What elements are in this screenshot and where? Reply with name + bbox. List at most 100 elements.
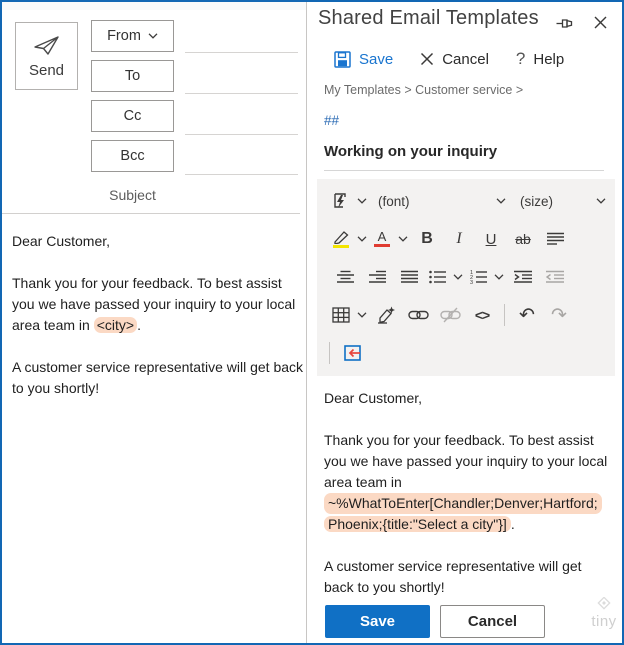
from-label: From [107, 28, 141, 44]
font-color-icon: A [374, 230, 390, 247]
to-label: To [124, 68, 141, 84]
cancel-button[interactable]: Cancel [440, 605, 545, 638]
message-body-editable[interactable]: Dear Customer, Thank you for your feedba… [12, 231, 308, 420]
table-chevron-icon[interactable] [353, 302, 370, 328]
outlook-compose-window: Send From To Cc Bcc Subject Dear Custome… [0, 0, 624, 645]
code-icon: <> [474, 307, 490, 323]
editor-paragraph-1: Thank you for your feedback. To best ass… [324, 432, 608, 532]
numbered-list-button[interactable]: 123 [466, 264, 490, 290]
toolbar-divider [329, 342, 330, 364]
city-placeholder: <city> [93, 317, 138, 333]
quick-styles-button[interactable] [329, 188, 353, 214]
align-left-button[interactable] [539, 226, 571, 252]
align-center-button[interactable] [329, 264, 361, 290]
undo-button[interactable]: ↶ [511, 302, 543, 328]
table-button[interactable] [329, 302, 353, 328]
cancel-x-icon [420, 52, 434, 66]
breadcrumb[interactable]: My Templates > Customer service > [324, 83, 523, 97]
bullet-list-button[interactable] [425, 264, 449, 290]
toolbar-row-1: (font) (size) [329, 182, 615, 220]
template-editor-editable[interactable]: Dear Customer, Thank you for your feedba… [324, 388, 614, 619]
increase-indent-icon [514, 270, 532, 284]
bold-icon: B [421, 230, 433, 247]
toolbar-row-2: A B I U ab [329, 220, 615, 258]
underline-button[interactable]: U [475, 226, 507, 252]
increase-indent-button[interactable] [507, 264, 539, 290]
highlight-color-button[interactable] [329, 226, 353, 252]
pin-button[interactable] [553, 13, 579, 33]
italic-button[interactable]: I [443, 226, 475, 252]
bcc-field[interactable] [185, 174, 298, 175]
align-right-icon [368, 270, 386, 284]
cc-button[interactable]: Cc [91, 100, 174, 132]
highlight-color-chevron-icon[interactable] [353, 226, 370, 252]
insert-link-button[interactable] [402, 302, 434, 328]
size-dropdown[interactable]: (size) [520, 194, 606, 209]
bullet-list-chevron-icon[interactable] [449, 264, 466, 290]
chevron-down-icon [596, 198, 606, 204]
command-bar: Save Cancel ? Help [334, 46, 564, 72]
editor-paragraph-2: A customer service representative will g… [324, 558, 582, 595]
compose-pane: Send From To Cc Bcc Subject Dear Custome… [2, 2, 306, 643]
pin-icon [556, 17, 577, 30]
chevron-down-icon [148, 33, 158, 39]
to-field[interactable] [185, 93, 298, 94]
svg-text:3: 3 [470, 280, 473, 284]
cc-field[interactable] [185, 134, 298, 135]
font-color-button[interactable]: A [370, 226, 394, 252]
code-view-button[interactable]: <> [466, 302, 498, 328]
insert-into-email-button[interactable] [336, 340, 368, 366]
redo-icon: ↷ [551, 304, 567, 326]
underline-icon: U [485, 230, 497, 248]
cc-label: Cc [123, 108, 142, 124]
cancel-command[interactable]: Cancel [420, 51, 489, 68]
link-icon [407, 308, 429, 322]
size-dropdown-value: (size) [520, 193, 553, 209]
strikethrough-button[interactable]: ab [507, 226, 539, 252]
remove-link-button[interactable] [434, 302, 466, 328]
send-button[interactable]: Send [15, 22, 78, 90]
panel-title: Shared Email Templates [318, 7, 539, 29]
justify-icon [400, 270, 418, 284]
decrease-indent-button[interactable] [539, 264, 571, 290]
save-button[interactable]: Save [325, 605, 430, 638]
subject-divider [2, 213, 300, 214]
tiny-watermark[interactable]: tiny [583, 597, 622, 630]
compose-top-strip [2, 2, 306, 10]
save-command-label: Save [359, 50, 394, 68]
shortcut-field[interactable]: ## [324, 113, 339, 128]
help-command[interactable]: ? Help [516, 49, 564, 69]
bold-button[interactable]: B [411, 226, 443, 252]
redo-button[interactable]: ↷ [543, 302, 575, 328]
toolbar-row-5 [329, 334, 615, 372]
toolbar-row-3: 123 [329, 258, 615, 296]
from-field[interactable] [185, 52, 298, 53]
tiny-label: tiny [591, 613, 617, 630]
font-dropdown[interactable]: (font) [378, 194, 506, 209]
from-button[interactable]: From [91, 20, 174, 52]
justify-button[interactable] [393, 264, 425, 290]
bcc-button[interactable]: Bcc [91, 140, 174, 172]
font-color-chevron-icon[interactable] [394, 226, 411, 252]
to-button[interactable]: To [91, 60, 174, 92]
editor-toolbar: (font) (size) A B I U ab 1 2 3 <> ↶ ↷ [317, 179, 615, 376]
italic-icon: I [456, 230, 462, 247]
numbered-list-chevron-icon[interactable] [490, 264, 507, 290]
template-name-field[interactable]: Working on your inquiry [324, 143, 604, 171]
table-icon [332, 307, 350, 323]
close-icon [594, 16, 607, 29]
close-button[interactable] [589, 12, 611, 32]
send-icon [32, 34, 62, 56]
clear-formatting-button[interactable] [370, 302, 402, 328]
help-icon: ? [515, 49, 526, 68]
highlighter-icon [333, 230, 350, 248]
send-label: Send [28, 61, 65, 79]
body-paragraph-2: A customer service representative will g… [12, 359, 304, 396]
save-icon [334, 50, 351, 68]
quick-styles-chevron-icon[interactable] [353, 188, 370, 214]
align-right-button[interactable] [361, 264, 393, 290]
chevron-down-icon [496, 198, 506, 204]
clear-formatting-icon [376, 306, 396, 324]
save-command[interactable]: Save [334, 51, 393, 68]
shared-email-templates-panel: Shared Email Templates Save Cancel ? Hel… [307, 2, 622, 643]
